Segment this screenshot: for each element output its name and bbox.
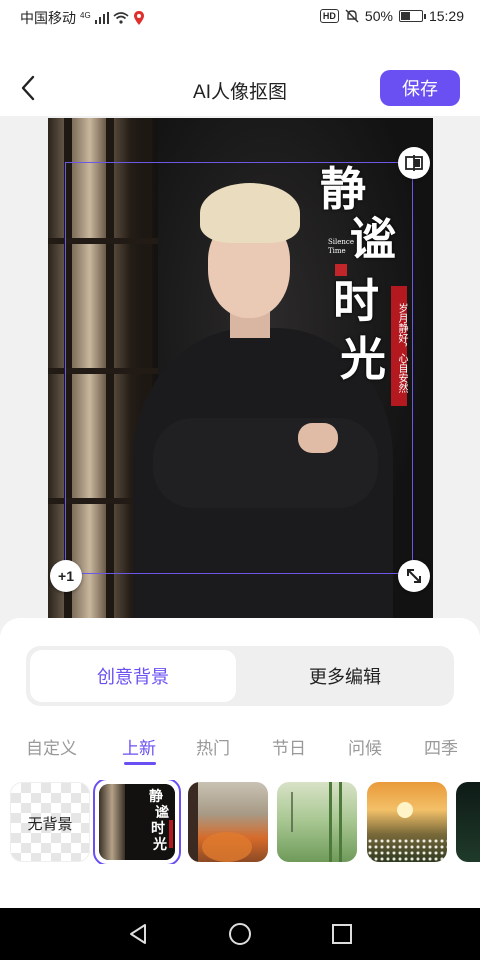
triangle-back-icon xyxy=(130,924,146,944)
thumbnail-title: 时 xyxy=(151,821,165,837)
resize-handle[interactable] xyxy=(398,560,430,592)
status-right: HD 50% 15:29 xyxy=(319,8,464,24)
location-icon xyxy=(133,11,144,25)
app-header: AI人像抠图 保存 xyxy=(0,60,480,116)
category-tab-seasons[interactable]: 四季 xyxy=(424,734,458,759)
carrier-name: 中国移动 xyxy=(20,10,76,26)
system-nav-bar xyxy=(0,908,480,960)
selection-box[interactable] xyxy=(65,162,413,574)
add-layer-button[interactable]: +1 xyxy=(50,560,82,592)
circle-home-icon xyxy=(229,923,251,945)
category-tab-custom[interactable]: 自定义 xyxy=(26,734,77,759)
thumbnail-no-background[interactable]: 无背景 xyxy=(10,782,90,862)
category-tab-greeting[interactable]: 问候 xyxy=(348,734,382,759)
editing-canvas[interactable]: 静 谧 时 光 Silence Time 岁月静好，心自安然 +1 xyxy=(0,116,480,636)
wifi-icon xyxy=(113,12,129,24)
app-screen: 中国移动 4G HD 50% 15:29 AI人像抠图 保存 静 谧 时 光 S… xyxy=(0,0,480,960)
add-layer-label: +1 xyxy=(58,568,74,584)
category-tab-hot[interactable]: 热门 xyxy=(196,734,230,759)
battery-fill xyxy=(400,12,411,20)
nav-home-button[interactable] xyxy=(224,918,256,950)
category-tabs: 自定义 上新 热门 节日 问候 四季 xyxy=(0,734,480,766)
resize-arrow-icon xyxy=(407,569,421,583)
thumbnail-dark-green[interactable] xyxy=(456,782,480,862)
mute-bell-icon xyxy=(345,9,359,23)
tab-more-edit[interactable]: 更多编辑 xyxy=(240,650,450,702)
category-tab-festival[interactable]: 节日 xyxy=(272,734,306,759)
thumbnail-title: 光 xyxy=(153,837,167,853)
save-button[interactable]: 保存 xyxy=(380,70,460,106)
nav-recent-button[interactable] xyxy=(326,918,358,950)
compare-icon xyxy=(405,155,423,171)
no-background-label: 无背景 xyxy=(27,816,73,833)
tab-creative-background[interactable]: 创意背景 xyxy=(30,650,236,702)
active-tab-indicator xyxy=(124,762,156,765)
thumbnail-title: 谧 xyxy=(155,805,169,821)
hd-badge: HD xyxy=(319,9,339,23)
thumbnail-sunset-field[interactable] xyxy=(367,782,447,862)
status-left: 中国移动 4G xyxy=(20,8,145,28)
background-thumbnail-list[interactable]: 无背景 静 谧 时 光 xyxy=(0,780,480,864)
background-panel: 创意背景 更多编辑 自定义 上新 热门 节日 问候 四季 无背景 静 谧 时 光 xyxy=(0,618,480,908)
signal-icon xyxy=(94,12,109,24)
compare-button[interactable] xyxy=(398,147,430,179)
thumbnail-bamboo[interactable] xyxy=(277,782,357,862)
thumbnail-selected[interactable]: 静 谧 时 光 xyxy=(93,780,181,864)
network-type: 4G xyxy=(80,10,91,20)
square-recent-icon xyxy=(332,924,352,944)
clock: 15:29 xyxy=(428,8,464,24)
thumbnail-preview: 静 谧 时 光 xyxy=(99,784,175,860)
thumbnail-title: 静 xyxy=(149,789,163,805)
nav-back-button[interactable] xyxy=(122,918,154,950)
mode-segmented-control: 创意背景 更多编辑 xyxy=(26,646,454,706)
category-tab-new[interactable]: 上新 xyxy=(122,734,156,759)
status-bar: 中国移动 4G HD 50% 15:29 xyxy=(0,0,480,34)
battery-percent: 50% xyxy=(364,8,393,24)
thumbnail-autumn-leaves[interactable] xyxy=(188,782,268,862)
battery-icon xyxy=(398,10,426,22)
